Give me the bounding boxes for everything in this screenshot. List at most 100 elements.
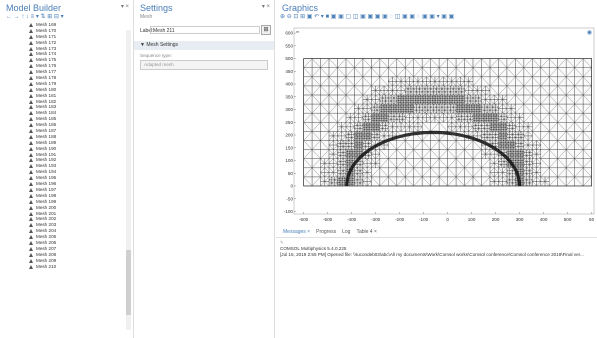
messages-tab[interactable]: Table 4 × [353,228,379,237]
sequence-type-select[interactable]: Adapted mesh [140,60,268,70]
mesh-triangle-icon [29,123,33,128]
tree-item-label: Mesh 173 [36,45,57,51]
tree-item-label: Mesh 201 [36,210,57,216]
tree-item-label: Mesh 200 [36,204,57,210]
y-tick-label: 450 [285,69,293,74]
mesh-triangle-icon [29,117,33,122]
y-tick-label: 150 [285,145,293,150]
panel-pin-icon[interactable]: ▾ × [121,3,129,10]
mesh-triangle-icon [29,46,33,51]
tree-item-label: Mesh 188 [36,133,57,139]
mesh-triangle-icon [29,129,33,134]
tree-item-label: Mesh 196 [36,181,57,187]
tree-item-label: Mesh 179 [36,80,57,86]
model-tree[interactable]: Mesh 169 Mesh 170 Mesh 171 Mesh 172 Mesh 173… [0,22,133,338]
graphics-toolbar[interactable]: ⊕ ⊖ ⊡ ⊞ ▣ ↶ ▾ ■ ▣ ▣ ▢ ◫ ▣ ▣ ▣ ▣ ◌ ◫ ▣ ▣ … [276,13,597,22]
mesh-triangle-icon [29,152,33,157]
tree-item-label: Mesh 175 [36,57,57,63]
mesh-triangle-icon [29,252,33,257]
x-tick-label: 100 [468,217,476,222]
mesh-plot[interactable]: 600550500450400350300250200150100500-50-… [276,22,597,227]
tree-item-label: Mesh 178 [36,75,57,81]
tree-item-label: Mesh 206 [36,239,57,245]
tree-item-label: Mesh 176 [36,63,57,69]
tree-item-label: Mesh 170 [36,27,57,33]
sequence-type-label: Sequence type: [140,53,172,58]
messages-tab[interactable]: Log [339,228,353,237]
tree-item-label: Mesh 202 [36,216,57,222]
model-builder-toolbar[interactable]: ← → ↑ ↓ ≡ ▾ ⇅ ⊞ ⊟ ▾ [0,13,133,21]
tree-item-label: Mesh 192 [36,157,57,163]
tree-item-label: Mesh 184 [36,110,57,116]
y-tick-label: 550 [285,43,293,48]
y-tick-label: 250 [285,120,293,125]
x-tick-label: -200 [395,217,405,222]
tree-item-label: Mesh 205 [36,234,57,240]
mesh-triangle-icon [29,140,33,145]
mesh-triangle-icon [29,182,33,187]
mesh-triangle-icon [29,258,33,263]
mesh-triangle-icon [29,23,33,27]
tree-item-label: Mesh 198 [36,192,57,198]
x-tick-label: -100 [419,217,429,222]
mesh-triangle-icon [29,111,33,116]
mesh-triangle-icon [29,229,33,234]
mesh-triangle-icon [29,105,33,110]
messages-body: ✎ COMSOL Multiphysics 5.4.0.225 [Jul 15,… [276,238,597,260]
tree-item-label: Mesh 181 [36,92,57,98]
tree-item-label: Mesh 197 [36,186,57,192]
tree-item-label: Mesh 186 [36,122,57,128]
y-tick-label: 400 [285,82,293,87]
tree-item-label: Mesh 203 [36,222,57,228]
y-tick-label: 0 [290,184,293,189]
settings-title: Settings [140,3,173,13]
x-tick-label: -600 [299,217,309,222]
mesh-triangle-icon [29,28,33,33]
y-tick-label: 300 [285,107,293,112]
tree-item-label: Mesh 191 [36,151,57,157]
mesh-triangle-icon [29,34,33,39]
tree-item-label: Mesh 180 [36,86,57,92]
messages-tab[interactable]: Messages × [280,228,313,237]
tree-item-mesh[interactable]: Mesh 210 [0,264,133,270]
tree-item-label: Mesh 189 [36,139,57,145]
settings-subtitle: Mesh [140,14,153,20]
tree-item-label: Mesh 208 [36,251,57,257]
x-tick-label: 200 [492,217,500,222]
y-tick-label: 100 [285,158,293,163]
mesh-triangle-icon [29,264,33,269]
y-tick-label: 350 [285,94,293,99]
mesh-triangle-icon [29,87,33,92]
mesh-triangle-icon [29,211,33,216]
mesh-triangle-icon [29,187,33,192]
mesh-triangle-icon [29,146,33,151]
tree-scrollbar[interactable] [126,30,131,330]
tree-item-label: Mesh 207 [36,245,57,251]
mesh-triangle-icon [29,40,33,45]
settings-panel: Settings ▾ × Mesh Label: Mesh 211 ⊞ ▼ Me… [134,0,275,338]
tree-item-label: Mesh 210 [36,263,57,269]
zoom-extents-icon[interactable]: ◉ [587,29,592,36]
tree-item-label: Mesh 169 [36,22,57,27]
tree-scrollbar-thumb[interactable] [126,250,131,315]
mesh-settings-section[interactable]: ▼ Mesh Settings [134,41,274,50]
tree-item-label: Mesh 172 [36,39,57,45]
mesh-triangle-icon [29,52,33,57]
label-node-button[interactable]: ⊞ [261,25,271,35]
mesh-elements [303,58,592,187]
mesh-triangle-icon [29,58,33,63]
tree-item-label: Mesh 185 [36,116,57,122]
label-input[interactable]: Mesh 211 [150,26,260,34]
mesh-lines [303,58,592,187]
mesh-triangle-icon [29,81,33,86]
mesh-triangle-icon [29,240,33,245]
x-tick-label: 500 [564,217,572,222]
x-tick-label: 300 [516,217,524,222]
tree-item-label: Mesh 195 [36,175,57,181]
y-tick-label: -50 [286,196,293,201]
model-builder-panel: Model Builder ▾ × ← → ↑ ↓ ≡ ▾ ⇅ ⊞ ⊟ ▾ Me… [0,0,134,338]
panel-pin-icon[interactable]: ▾ × [262,3,270,10]
mesh-triangle-icon [29,134,33,139]
messages-tab[interactable]: Progress [313,228,339,237]
tree-item-label: Mesh 187 [36,128,57,134]
